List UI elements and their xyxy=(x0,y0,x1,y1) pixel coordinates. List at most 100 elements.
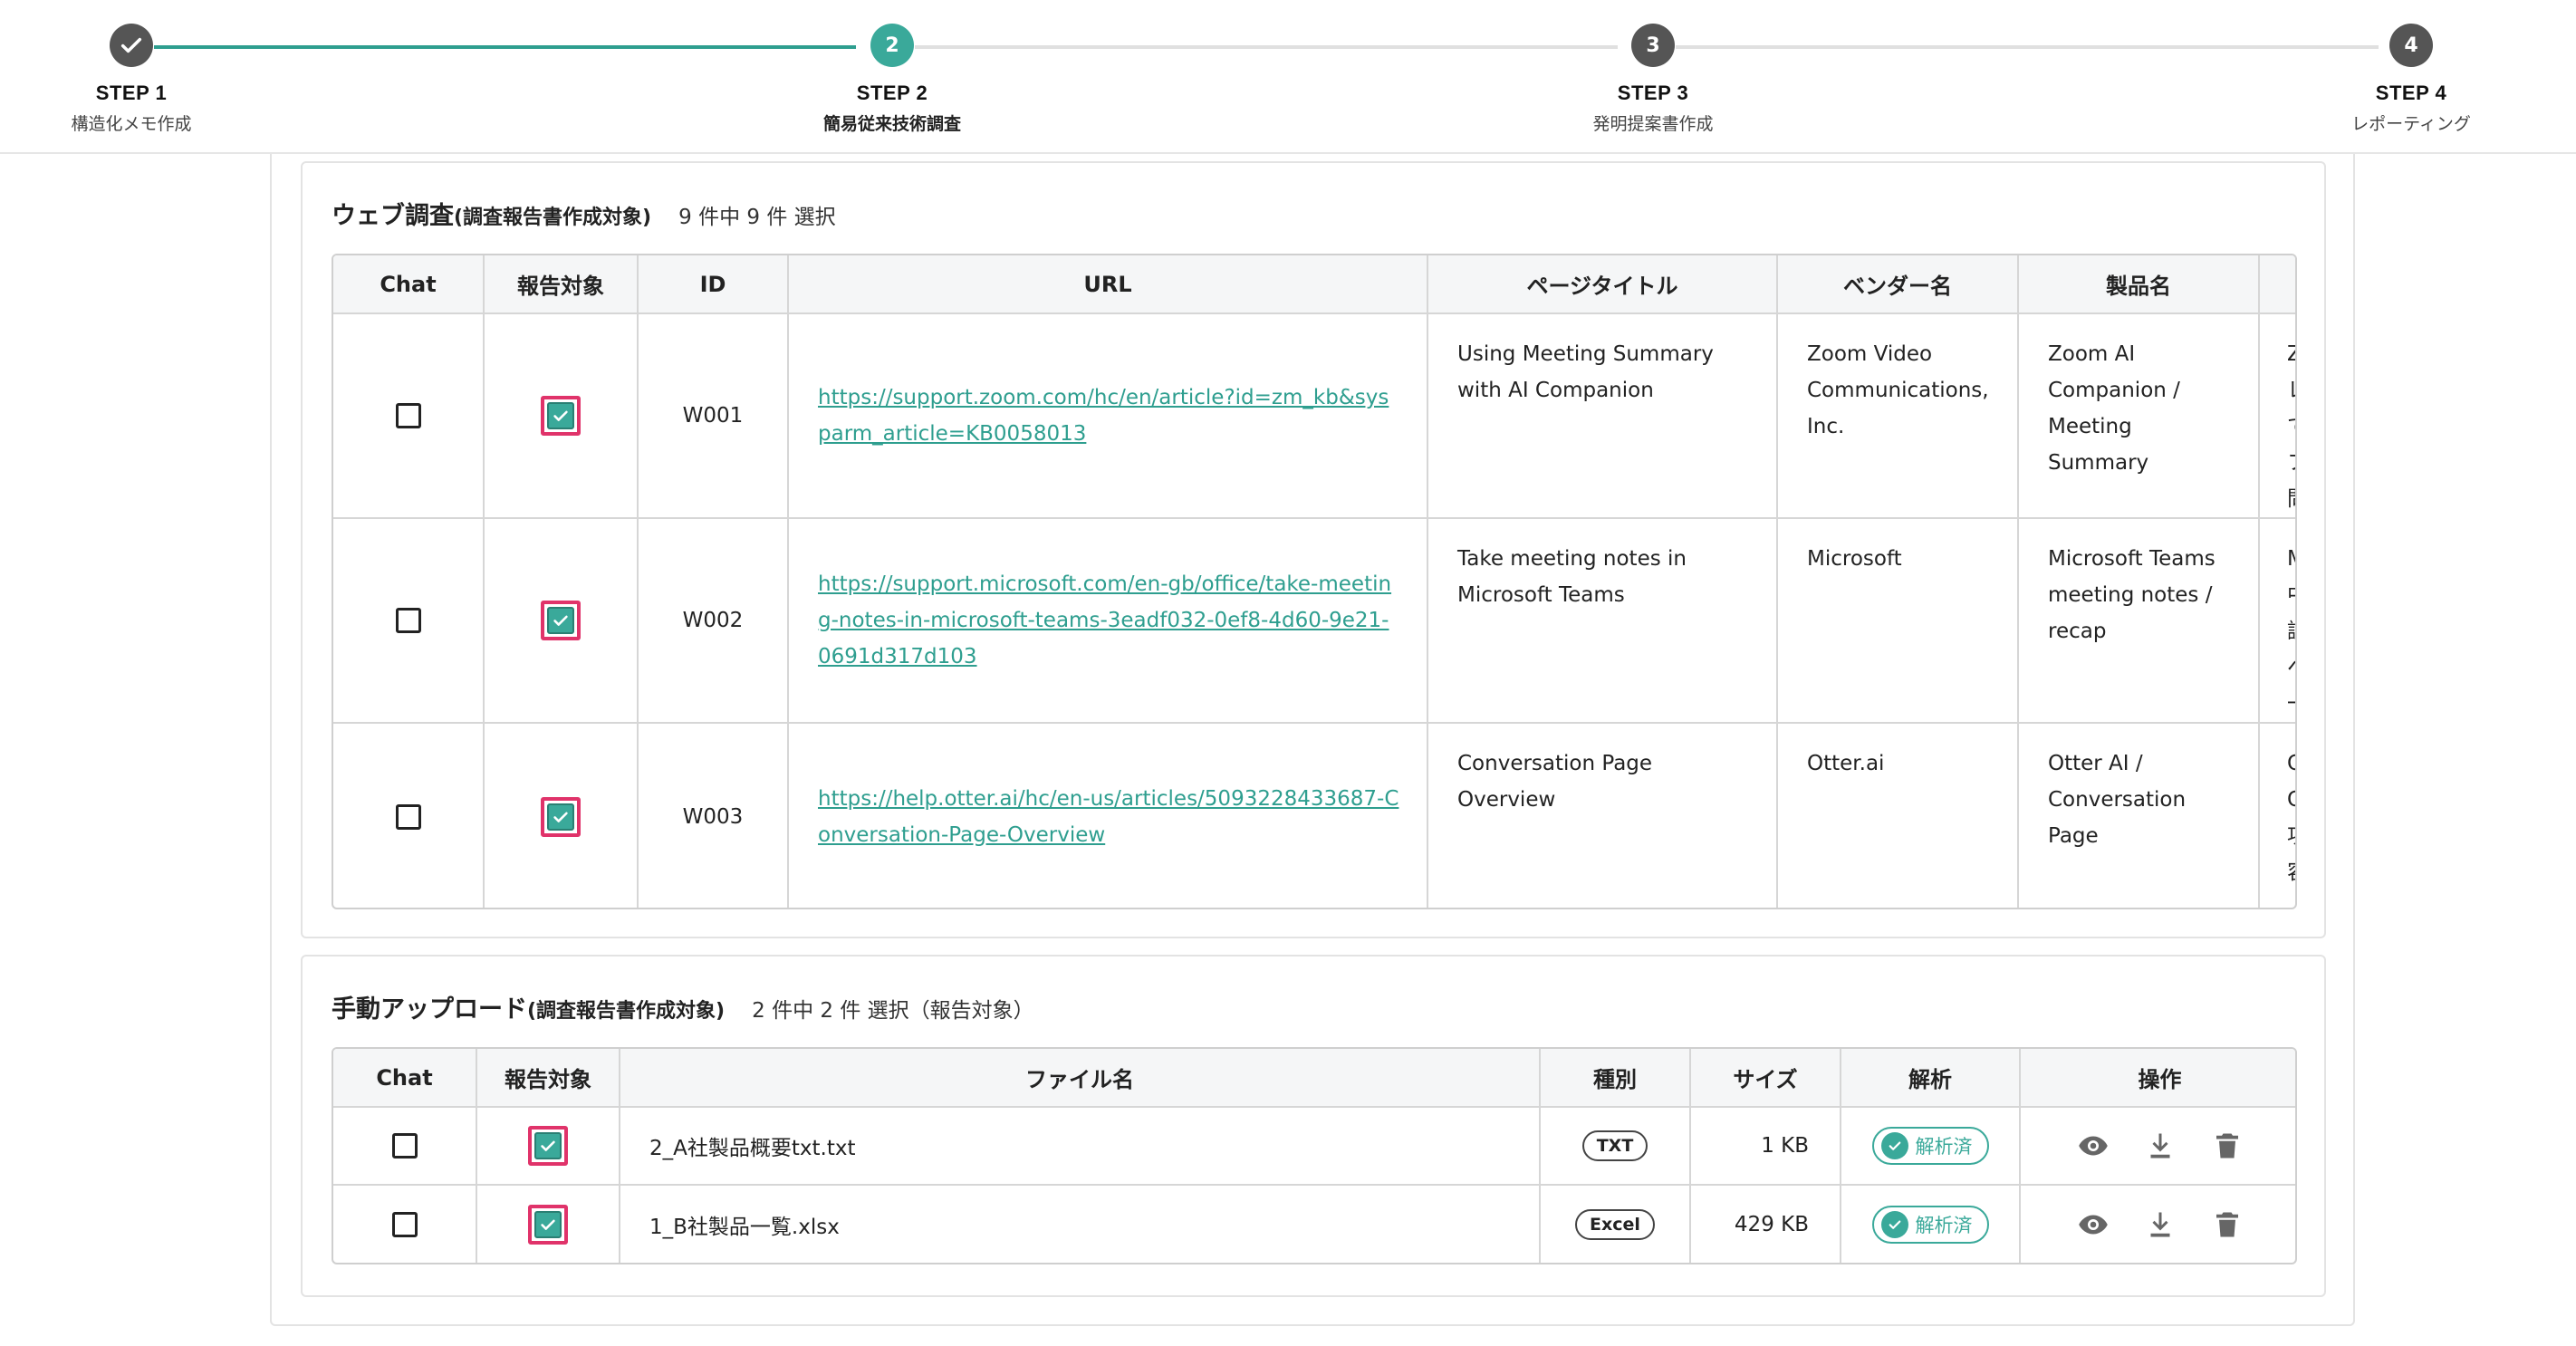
web-research-table: Chat 報告対象 ID URL ページタイトル ベンダー名 製品名 W001 … xyxy=(332,254,2297,909)
step-1-label: STEP 1 xyxy=(95,82,168,104)
file-type-badge: TXT xyxy=(1581,1130,1648,1161)
row-overflow-text: C C 項 容 xyxy=(2259,723,2295,908)
report-checkbox[interactable] xyxy=(528,1204,568,1245)
row-size: 1 KB xyxy=(1690,1107,1841,1186)
col-url: URL xyxy=(788,255,1428,314)
row-url-link[interactable]: https://support.microsoft.com/en-gb/offi… xyxy=(818,572,1391,668)
col-filename: ファイル名 xyxy=(620,1049,1541,1108)
table-row: 1_B社製品一覧.xlsx Excel 429 KB 解析済 xyxy=(333,1185,2295,1263)
step-3-label: STEP 3 xyxy=(1617,82,1689,104)
report-checkbox[interactable] xyxy=(528,1126,568,1166)
check-icon xyxy=(541,1219,555,1230)
col-id: ID xyxy=(638,255,789,314)
step-2-circle: 2 xyxy=(870,24,914,67)
row-id: W002 xyxy=(638,518,789,724)
row-page-title: Conversation Page Overview xyxy=(1427,723,1778,908)
row-page-title: Take meeting notes in Microsoft Teams xyxy=(1427,518,1778,724)
col-type: 種別 xyxy=(1540,1049,1691,1108)
table-row: W002 https://support.microsoft.com/en-gb… xyxy=(333,518,2295,724)
row-url-link[interactable]: https://support.zoom.com/hc/en/article?i… xyxy=(818,386,1389,446)
step-4-sub: レポーティング xyxy=(2351,114,2471,134)
row-filename: 2_A社製品概要txt.txt xyxy=(620,1107,1541,1186)
manual-upload-header: 手動アップロード (調査報告書作成対象) 2 件中 2 件 選択（報告対象） xyxy=(332,989,1034,1024)
manual-upload-section: 手動アップロード (調査報告書作成対象) 2 件中 2 件 選択（報告対象） C… xyxy=(301,955,2326,1297)
step-3[interactable]: 3 STEP 3 発明提案書作成 xyxy=(1517,24,1789,135)
download-icon[interactable] xyxy=(2144,1130,2177,1162)
table-row: 2_A社製品概要txt.txt TXT 1 KB 解析済 xyxy=(333,1107,2295,1186)
check-circle-icon xyxy=(1889,1141,1900,1150)
col-actions: 操作 xyxy=(2020,1049,2295,1108)
chat-checkbox[interactable] xyxy=(395,608,421,633)
row-id: W003 xyxy=(638,723,789,908)
check-icon xyxy=(120,37,142,53)
upload-table-header: Chat 報告対象 ファイル名 種別 サイズ 解析 操作 xyxy=(333,1049,2295,1108)
step-1[interactable]: STEP 1 構造化メモ作成 xyxy=(0,24,267,135)
chat-checkbox[interactable] xyxy=(391,1211,418,1237)
step-4[interactable]: 4 STEP 4 レポーティング xyxy=(2275,24,2547,135)
row-page-title: Using Meeting Summary with AI Companion xyxy=(1427,313,1778,519)
step-2-sub: 簡易従来技術調査 xyxy=(822,114,961,134)
download-icon[interactable] xyxy=(2144,1208,2177,1241)
report-checkbox[interactable] xyxy=(541,796,581,837)
stepper: STEP 1 構造化メモ作成 2 STEP 2 簡易従来技術調査 3 STEP … xyxy=(0,0,2576,154)
col-size: サイズ xyxy=(1690,1049,1841,1108)
main-panel: ウェブ調査 (調査報告書作成対象) 9 件中 9 件 選択 Chat 報告対象 … xyxy=(270,154,2355,1326)
row-product: Microsoft Teams meeting notes / recap xyxy=(2018,518,2260,724)
chat-checkbox[interactable] xyxy=(395,803,421,830)
row-url-link[interactable]: https://help.otter.ai/hc/en-us/articles/… xyxy=(818,787,1399,847)
col-analysis: 解析 xyxy=(1841,1049,2021,1108)
check-icon xyxy=(553,812,568,822)
col-vendor: ベンダー名 xyxy=(1777,255,2019,314)
col-overflow xyxy=(2259,255,2295,314)
row-filename: 1_B社製品一覧.xlsx xyxy=(620,1185,1541,1263)
analysis-status-badge: 解析済 xyxy=(1871,1127,1989,1165)
web-research-title: ウェブ調査 xyxy=(332,202,454,230)
chat-checkbox[interactable] xyxy=(391,1133,418,1159)
step-2[interactable]: 2 STEP 2 簡易従来技術調査 xyxy=(756,24,1028,135)
col-product: 製品名 xyxy=(2018,255,2260,314)
row-size: 429 KB xyxy=(1690,1185,1841,1263)
file-type-badge: Excel xyxy=(1575,1208,1655,1240)
row-vendor: Zoom Video Communications, Inc. xyxy=(1777,313,2019,519)
col-page-title: ページタイトル xyxy=(1427,255,1778,314)
row-product: Otter AI / Conversation Page xyxy=(2018,723,2260,908)
web-research-title-sub: (調査報告書作成対象) xyxy=(454,207,652,229)
manual-upload-title-sub: (調査報告書作成対象) xyxy=(527,1000,726,1023)
trash-icon[interactable] xyxy=(2211,1208,2244,1241)
eye-icon[interactable] xyxy=(2077,1130,2110,1162)
row-id: W001 xyxy=(638,313,789,519)
row-overflow-text: M 中 談 へ 一 xyxy=(2259,518,2295,724)
check-icon xyxy=(553,615,568,626)
row-product: Zoom AI Companion / Meeting Summary xyxy=(2018,313,2260,519)
step-3-sub: 発明提案書作成 xyxy=(1592,114,1714,134)
step-2-label: STEP 2 xyxy=(856,82,928,104)
step-1-sub: 構造化メモ作成 xyxy=(71,114,192,134)
manual-upload-count: 2 件中 2 件 選択（報告対象） xyxy=(752,999,1034,1023)
analysis-status-text: 解析済 xyxy=(1915,1214,1973,1236)
step-3-circle: 3 xyxy=(1631,24,1675,67)
col-chat: Chat xyxy=(333,1049,477,1108)
report-checkbox[interactable] xyxy=(541,601,581,640)
check-icon xyxy=(541,1140,555,1151)
manual-upload-table: Chat 報告対象 ファイル名 種別 サイズ 解析 操作 2_A社製品概要txt… xyxy=(332,1047,2297,1264)
manual-upload-title: 手動アップロード xyxy=(332,995,527,1024)
col-report: 報告対象 xyxy=(476,1049,620,1108)
analysis-status-badge: 解析済 xyxy=(1871,1205,1989,1244)
web-research-section: ウェブ調査 (調査報告書作成対象) 9 件中 9 件 選択 Chat 報告対象 … xyxy=(301,161,2326,938)
web-research-count: 9 件中 9 件 選択 xyxy=(678,206,836,229)
report-checkbox[interactable] xyxy=(541,396,581,436)
table-row: W003 https://help.otter.ai/hc/en-us/arti… xyxy=(333,723,2295,908)
chat-checkbox[interactable] xyxy=(395,403,421,428)
col-report: 報告対象 xyxy=(484,255,639,314)
web-table-header: Chat 報告対象 ID URL ページタイトル ベンダー名 製品名 xyxy=(333,255,2295,314)
web-research-header: ウェブ調査 (調査報告書作成対象) 9 件中 9 件 選択 xyxy=(332,196,836,231)
row-vendor: Otter.ai xyxy=(1777,723,2019,908)
eye-icon[interactable] xyxy=(2077,1208,2110,1241)
trash-icon[interactable] xyxy=(2211,1130,2244,1162)
step-1-circle xyxy=(110,24,153,67)
check-circle-icon xyxy=(1889,1220,1900,1229)
step-4-label: STEP 4 xyxy=(2375,82,2447,104)
analysis-status-text: 解析済 xyxy=(1915,1136,1973,1158)
col-chat: Chat xyxy=(333,255,485,314)
check-icon xyxy=(553,410,568,421)
